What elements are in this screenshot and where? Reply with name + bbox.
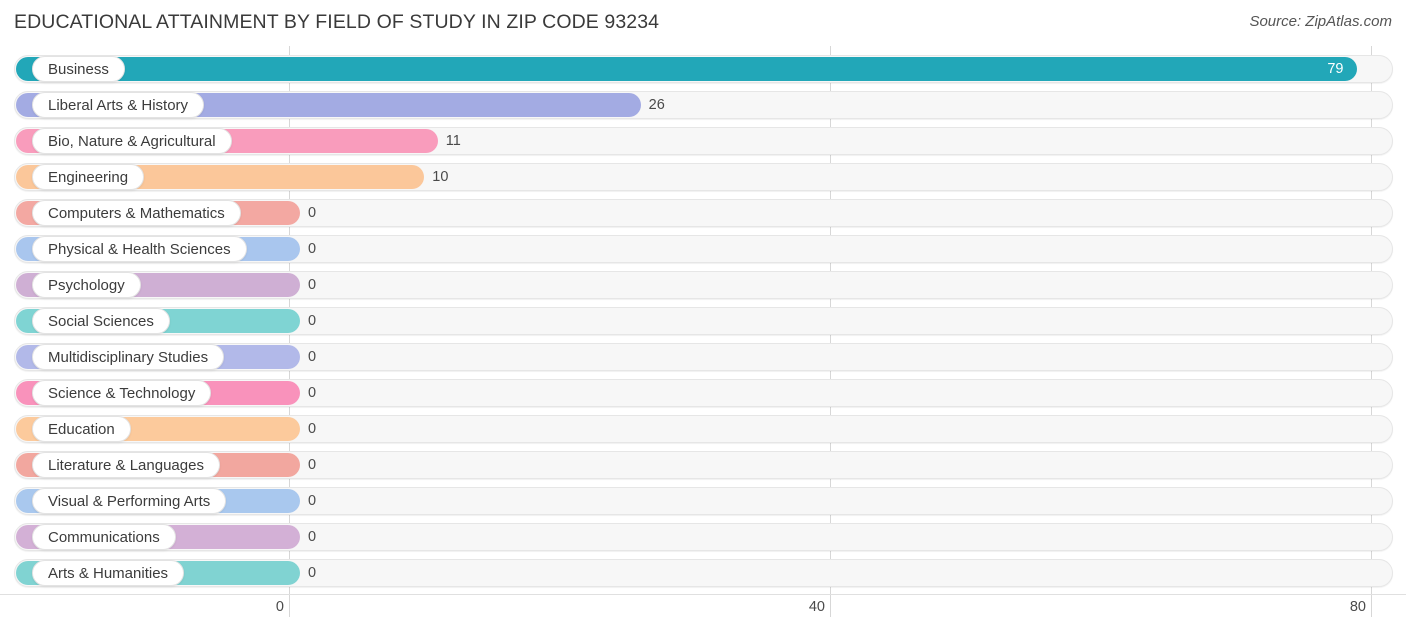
category-label: Social Sciences: [32, 308, 170, 334]
chart-row[interactable]: 0 Psychology: [0, 267, 1406, 303]
chart-row[interactable]: 0 Computers & Mathematics: [0, 195, 1406, 231]
chart-row[interactable]: 0 Education: [0, 411, 1406, 447]
bar-value-label: 0: [308, 313, 317, 329]
chart-row[interactable]: 0 Physical & Health Sciences: [0, 231, 1406, 267]
chart-row[interactable]: 0 Visual & Performing Arts: [0, 483, 1406, 519]
category-label: Science & Technology: [32, 380, 212, 406]
x-tick-label: 80: [1349, 599, 1366, 615]
category-label: Psychology: [32, 272, 141, 298]
bar-value-label: 11: [445, 133, 461, 149]
bar[interactable]: 79: [16, 57, 1358, 81]
chart-row[interactable]: 0 Communications: [0, 519, 1406, 555]
bar-value-label: 79: [1327, 61, 1344, 77]
page-title: EDUCATIONAL ATTAINMENT BY FIELD OF STUDY…: [14, 11, 660, 33]
chart-row[interactable]: 0 Science & Technology: [0, 375, 1406, 411]
chart-row[interactable]: 10 Engineering: [0, 159, 1406, 195]
bar-value-label: 0: [308, 493, 317, 509]
category-label: Physical & Health Sciences: [32, 236, 247, 262]
tick-mark: [289, 595, 290, 617]
chart-row[interactable]: 0 Social Sciences: [0, 303, 1406, 339]
x-tick-label: 40: [808, 599, 825, 615]
source-attribution: Source: ZipAtlas.com: [1249, 13, 1392, 30]
category-label: Education: [32, 416, 131, 442]
bar-value-label: 0: [308, 241, 317, 257]
category-label: Arts & Humanities: [32, 560, 185, 586]
tick-mark: [1371, 595, 1372, 617]
x-tick-label: 0: [275, 599, 284, 615]
chart-header: EDUCATIONAL ATTAINMENT BY FIELD OF STUDY…: [0, 0, 1406, 46]
bar-value-label: 0: [308, 385, 317, 401]
bar-value-label: 0: [308, 349, 317, 365]
category-label: Multidisciplinary Studies: [32, 344, 225, 370]
tick-mark: [830, 595, 831, 617]
bar-value-label: 26: [648, 97, 665, 113]
category-label: Communications: [32, 524, 176, 550]
bar-value-label: 0: [308, 565, 317, 581]
chart-row[interactable]: 79 Business: [0, 51, 1406, 87]
category-label: Liberal Arts & History: [32, 92, 205, 118]
category-label: Literature & Languages: [32, 452, 220, 478]
chart-row[interactable]: 26 Liberal Arts & History: [0, 87, 1406, 123]
category-label: Business: [32, 56, 125, 82]
chart-row[interactable]: 0 Arts & Humanities: [0, 555, 1406, 591]
bar-value-label: 10: [432, 169, 449, 185]
chart-row[interactable]: 0 Multidisciplinary Studies: [0, 339, 1406, 375]
category-label: Bio, Nature & Agricultural: [32, 128, 232, 154]
chart-row[interactable]: 11 Bio, Nature & Agricultural: [0, 123, 1406, 159]
bar-value-label: 0: [308, 205, 317, 221]
category-label: Engineering: [32, 164, 145, 190]
bar-value-label: 0: [308, 421, 317, 437]
chart-plot-area: 79 Business 26 Liberal Arts & History 11 Bio,…: [0, 46, 1406, 594]
category-label: Visual & Performing Arts: [32, 488, 227, 514]
bar-value-label: 0: [308, 529, 317, 545]
bar-value-label: 0: [308, 277, 317, 293]
category-label: Computers & Mathematics: [32, 200, 241, 226]
bar-value-label: 0: [308, 457, 317, 473]
x-axis: 0 40 80: [0, 594, 1406, 633]
chart-row[interactable]: 0 Literature & Languages: [0, 447, 1406, 483]
